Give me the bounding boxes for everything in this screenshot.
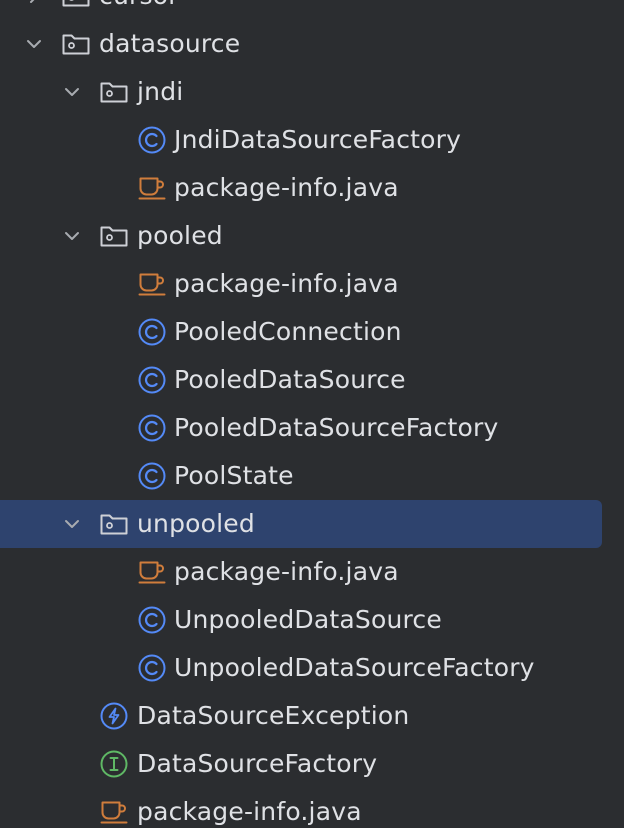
tree-row-package-info-java[interactable]: package-info.java [0,164,624,212]
tree-row-pooledconnection[interactable]: PooledConnection [0,308,624,356]
tree-row-label: datasource [99,29,241,58]
folder-icon [61,0,91,11]
tree-row-label: cursor [99,0,179,20]
tree-row-label: UnpooledDataSourceFactory [174,653,535,682]
interface-icon [99,749,129,779]
tree-row-label: jndi [137,77,184,106]
folder-icon [61,29,91,59]
folder-icon [99,77,129,107]
tree-row-unpooleddatasourcefactory[interactable]: UnpooledDataSourceFactory [0,644,624,692]
tree-row-unpooled[interactable]: unpooled [0,500,624,548]
tree-row-label: PoolState [174,461,294,490]
class-icon [137,413,167,443]
java-file-icon [137,269,167,299]
class-icon [137,653,167,683]
tree-row-label: PooledDataSourceFactory [174,413,499,442]
tree-row-datasourcefactory[interactable]: DataSourceFactory [0,740,624,788]
project-tree: cursor datasource jndi JndiDataSourceFac… [0,0,624,828]
tree-row-pooleddatasource[interactable]: PooledDataSource [0,356,624,404]
tree-row-label: JndiDataSourceFactory [174,125,462,154]
tree-row-jndi[interactable]: jndi [0,68,624,116]
chevron-down-icon[interactable] [62,226,82,246]
tree-row-unpooleddatasource[interactable]: UnpooledDataSource [0,596,624,644]
tree-row-label: PooledConnection [174,317,402,346]
class-icon [137,125,167,155]
tree-row-cursor[interactable]: cursor [0,0,624,20]
chevron-right-icon[interactable] [24,0,44,6]
tree-row-package-info-java[interactable]: package-info.java [0,788,624,828]
tree-row-label: package-info.java [174,173,399,202]
tree-row-package-info-java[interactable]: package-info.java [0,260,624,308]
folder-icon [99,221,129,251]
tree-row-label: DataSourceFactory [137,749,378,778]
tree-row-label: PooledDataSource [174,365,406,394]
class-icon [137,365,167,395]
tree-row-poolstate[interactable]: PoolState [0,452,624,500]
tree-row-package-info-java[interactable]: package-info.java [0,548,624,596]
chevron-down-icon[interactable] [62,514,82,534]
class-icon [137,461,167,491]
tree-row-pooleddatasourcefactory[interactable]: PooledDataSourceFactory [0,404,624,452]
tree-row-pooled[interactable]: pooled [0,212,624,260]
java-file-icon [137,557,167,587]
folder-icon [99,509,129,539]
tree-row-jndidatasourcefactory[interactable]: JndiDataSourceFactory [0,116,624,164]
chevron-down-icon[interactable] [62,82,82,102]
tree-row-label: unpooled [137,509,255,538]
exception-icon [99,701,129,731]
tree-row-label: UnpooledDataSource [174,605,442,634]
tree-row-label: package-info.java [174,269,399,298]
tree-row-datasource[interactable]: datasource [0,20,624,68]
tree-row-label: package-info.java [174,557,399,586]
class-icon [137,317,167,347]
tree-row-label: package-info.java [137,797,362,826]
chevron-down-icon[interactable] [24,34,44,54]
tree-row-label: pooled [137,221,223,250]
java-file-icon [99,797,129,827]
java-file-icon [137,173,167,203]
tree-row-label: DataSourceException [137,701,410,730]
tree-row-datasourceexception[interactable]: DataSourceException [0,692,624,740]
class-icon [137,605,167,635]
